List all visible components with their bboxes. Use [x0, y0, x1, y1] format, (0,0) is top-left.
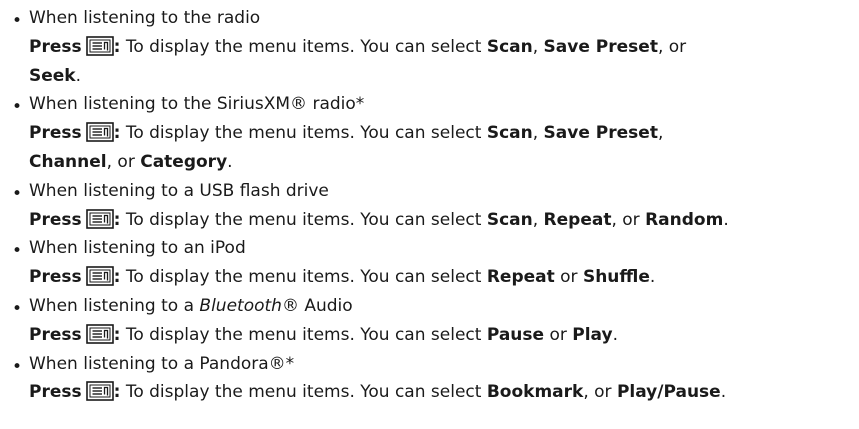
condition-text: When listening to a Pandora®* [29, 350, 859, 379]
option-label: Repeat [543, 209, 612, 230]
option-label: Play/Pause [616, 382, 721, 403]
condition-italic: Bluetooth [199, 295, 282, 316]
condition-post: ® Audio [281, 295, 353, 316]
press-label: Press [29, 324, 82, 345]
bullet-icon: • [12, 356, 23, 377]
condition-pre: When listening to a Pandora®* [29, 353, 295, 374]
condition-text: When listening to the SiriusXM® radio* [29, 90, 859, 119]
option-separator: , [532, 123, 544, 144]
menu-items-list: • When listening to the radio Press: To di… [0, 4, 859, 407]
description-line-continued: Channel, or Category. [29, 148, 859, 177]
description-line: Press: To display the menu items. You ca… [29, 263, 859, 292]
option-label: Channel [29, 151, 107, 172]
condition-text: When listening to a USB flash drive [29, 177, 859, 206]
condition-text: When listening to an iPod [29, 234, 859, 263]
option-label: Save Preset [543, 123, 658, 144]
description-line: Press: To display the menu items. You ca… [29, 206, 859, 235]
description-line: Press: To display the menu items. You ca… [29, 33, 859, 62]
option-separator: . [227, 151, 233, 172]
option-label: Scan [486, 209, 533, 230]
description-text: To display the menu items. You can selec… [120, 382, 487, 403]
condition-pre: When listening to a [29, 295, 200, 316]
press-label: Press [29, 123, 82, 144]
description-text: To display the menu items. You can selec… [120, 324, 487, 345]
option-label: Seek [29, 65, 76, 86]
option-separator: . [723, 209, 729, 230]
condition-text: When listening to the radio [29, 4, 859, 33]
option-separator: , [657, 123, 664, 144]
description-line: Press: To display the menu items. You ca… [29, 119, 859, 148]
list-item: • When listening to an iPod Press: To disp… [0, 234, 859, 292]
option-separator: , [532, 209, 544, 230]
option-label: Bookmark [486, 382, 584, 403]
press-label: Press [29, 267, 82, 288]
menu-button-icon [85, 266, 114, 286]
option-separator: or [554, 267, 583, 288]
manual-page: • When listening to the radio Press: To di… [0, 0, 859, 429]
option-separator: . [75, 65, 82, 86]
option-label: Category [140, 151, 228, 172]
condition-pre: When listening to an iPod [29, 238, 246, 259]
list-item: • When listening to a USB flash drive Pres… [0, 177, 859, 235]
description-line: Press: To display the menu items. You ca… [29, 321, 859, 350]
option-label: Pause [486, 324, 545, 345]
bullet-icon: • [12, 97, 23, 118]
option-separator: . [612, 324, 618, 345]
option-separator: , or [583, 382, 617, 403]
option-separator: . [649, 267, 656, 288]
description-text: To display the menu items. You can selec… [120, 209, 487, 230]
option-label: Save Preset [543, 36, 658, 57]
menu-button-icon [85, 122, 114, 142]
menu-button-icon [85, 323, 114, 344]
list-item: • When listening to the radio Press: To di… [0, 4, 859, 90]
condition-pre: When listening to the radio [29, 8, 261, 28]
option-label: Scan [486, 123, 533, 144]
condition-pre: When listening to a USB flash drive [29, 180, 329, 201]
description-line-continued: Seek. [29, 62, 859, 91]
press-label: Press [29, 209, 82, 230]
condition-pre: When listening to the SiriusXM® radio* [29, 94, 365, 115]
option-label: Repeat [486, 267, 555, 288]
list-item: • When listening to a Pandora®* Press: To … [0, 350, 859, 408]
description-text: To display the menu items. You can selec… [120, 267, 487, 288]
bullet-icon: • [12, 241, 23, 262]
menu-button-icon [85, 35, 114, 56]
option-separator: , or [611, 209, 646, 230]
press-label: Press [29, 36, 82, 57]
option-label: Shuffle [582, 267, 650, 288]
menu-button-icon [85, 208, 114, 229]
press-label: Press [29, 382, 82, 403]
option-separator: , or [657, 36, 687, 57]
option-label: Play [572, 324, 613, 345]
bullet-icon: • [12, 183, 23, 204]
description-text: To display the menu items. You can selec… [120, 36, 487, 57]
option-label: Scan [486, 36, 533, 57]
option-label: Random [645, 209, 724, 230]
option-separator: . [720, 382, 727, 403]
option-separator: , [532, 36, 544, 57]
option-separator: , or [106, 151, 141, 172]
description-text: To display the menu items. You can selec… [120, 123, 487, 144]
description-line: Press: To display the menu items. You ca… [29, 378, 859, 407]
condition-text: When listening to a Bluetooth® Audio [29, 292, 859, 321]
list-item: • When listening to the SiriusXM® radio* P… [0, 90, 859, 176]
bullet-icon: • [12, 298, 23, 319]
list-item: • When listening to a Bluetooth® Audio Pre… [0, 292, 859, 350]
option-separator: or [544, 324, 573, 345]
menu-button-icon [85, 381, 114, 402]
bullet-icon: • [12, 11, 23, 31]
